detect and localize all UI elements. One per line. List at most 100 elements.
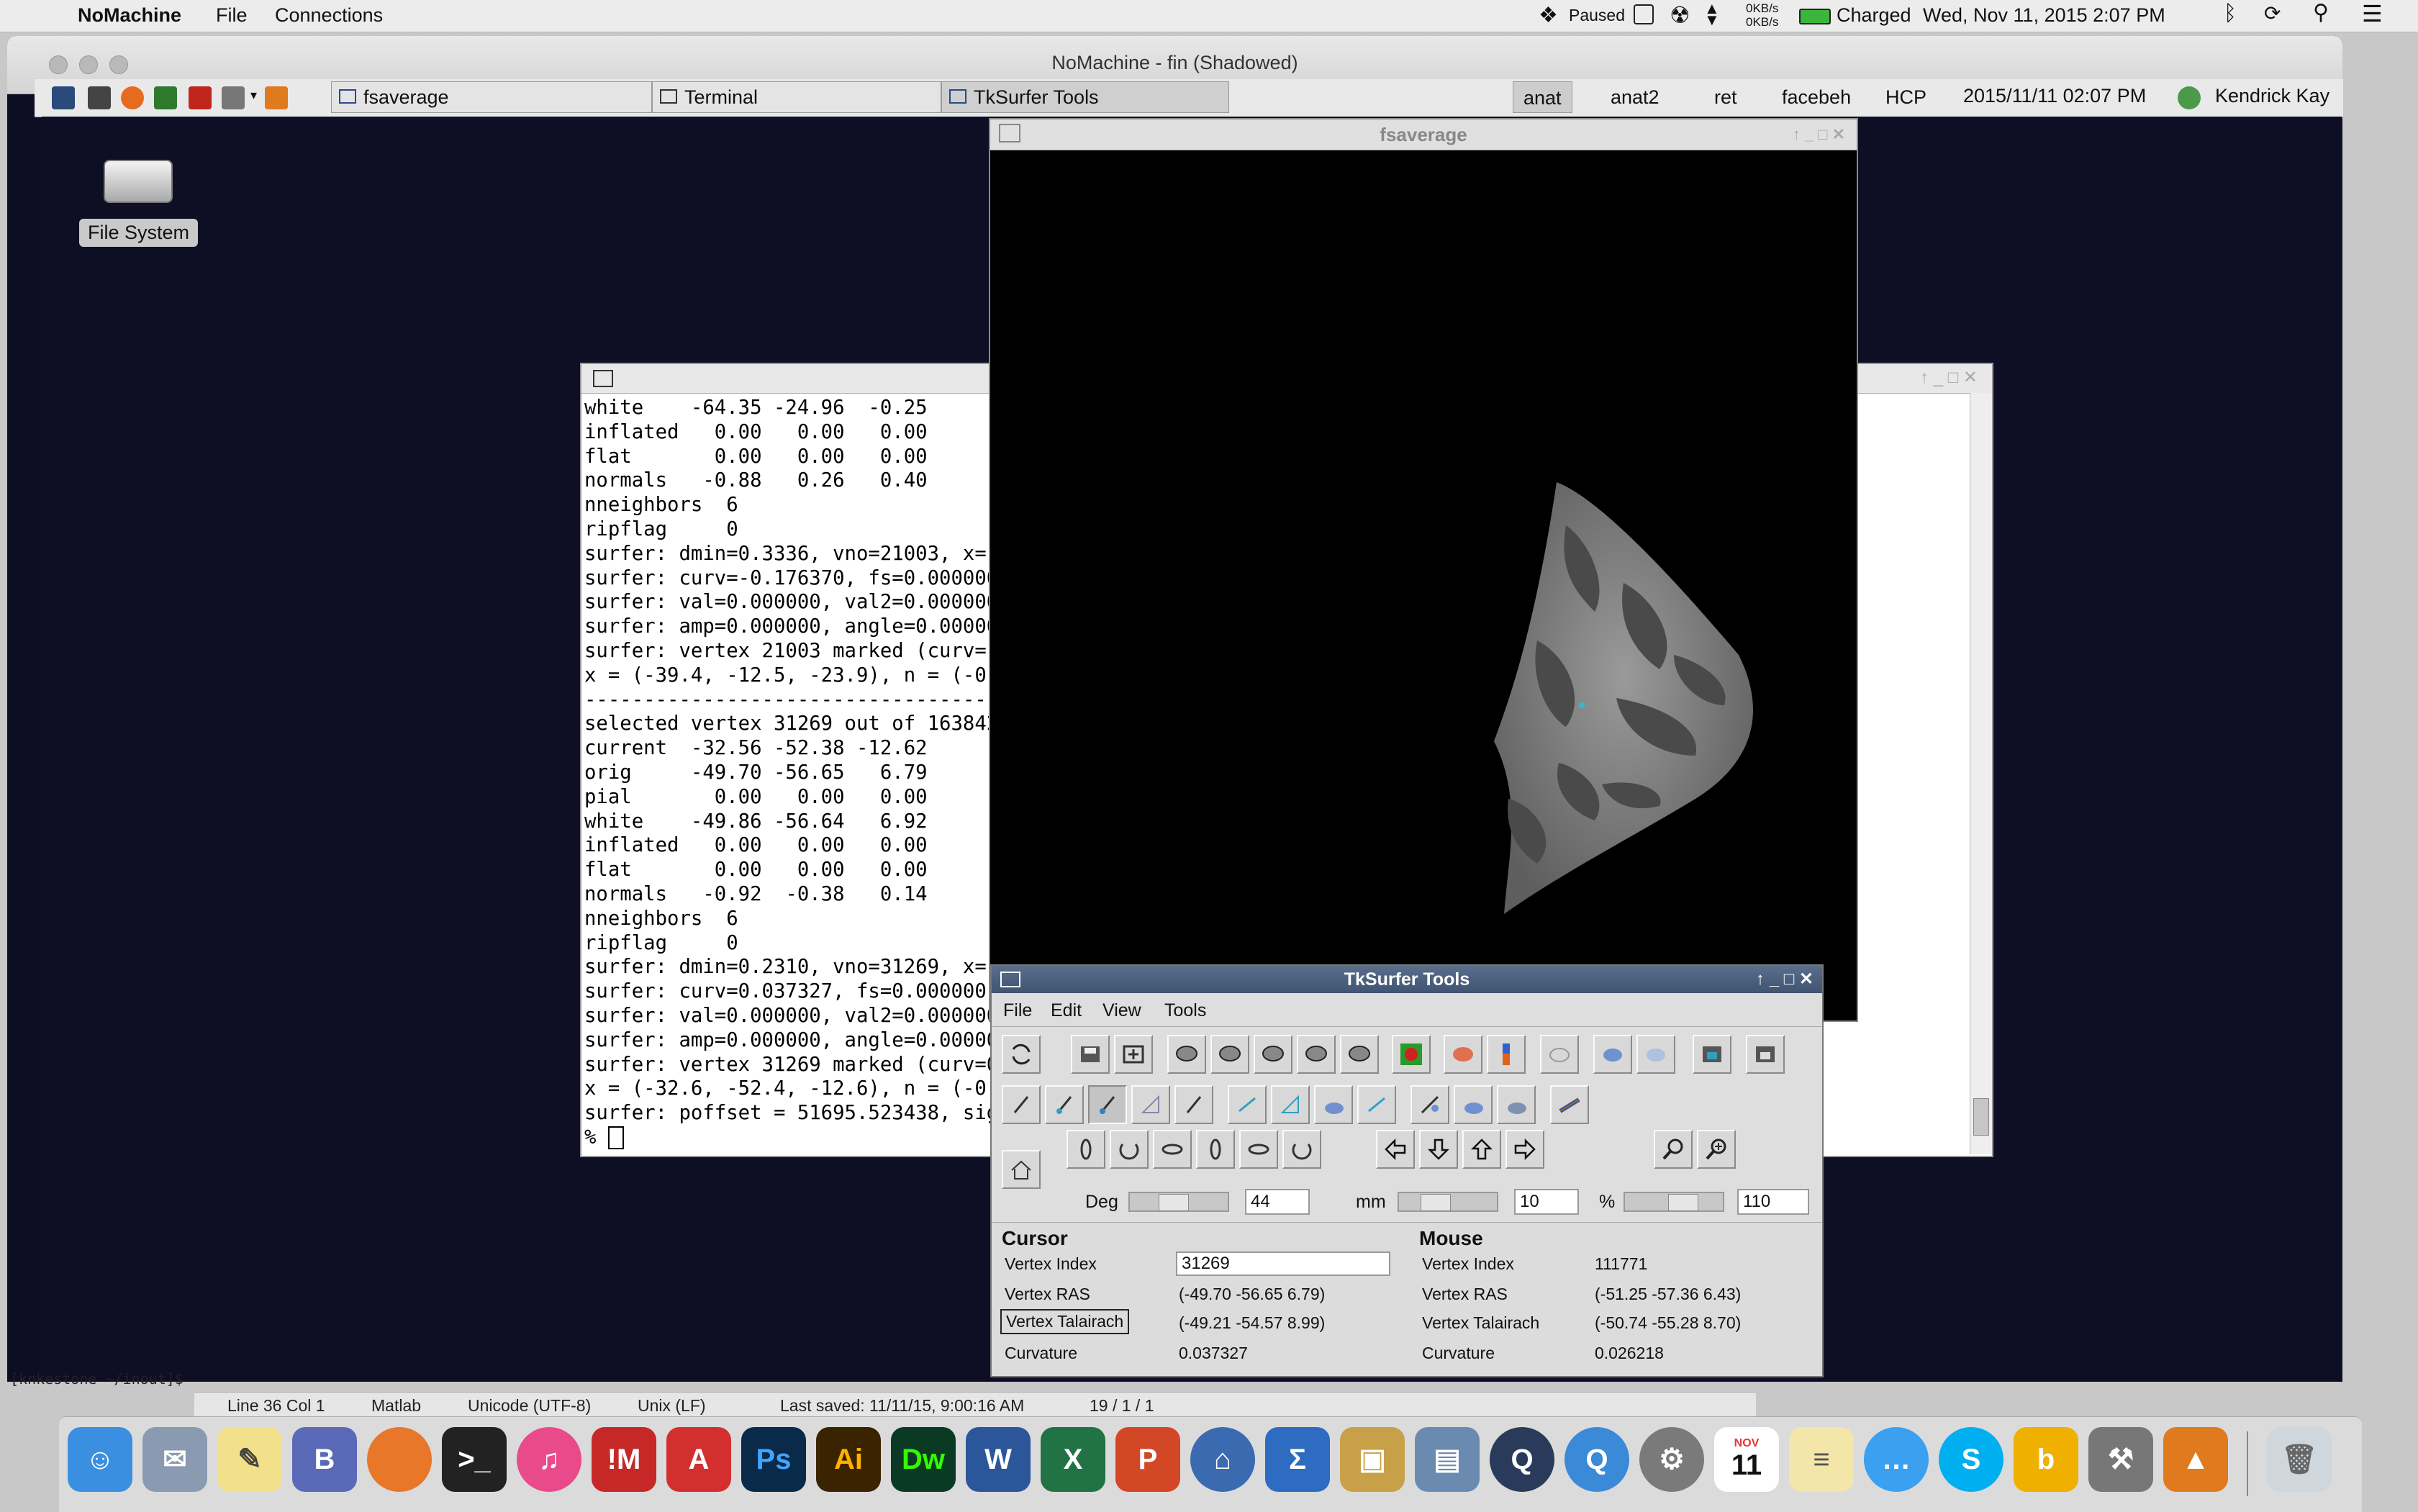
sync-icon[interactable]: ⟳ [2264,1,2281,25]
radiation-icon[interactable]: ☢ [1670,1,1690,29]
illustrator-icon[interactable]: Ai [816,1427,881,1492]
window-icon[interactable] [1634,4,1654,24]
workspace-anat2[interactable]: anat2 [1600,81,1670,113]
firefox-launcher-icon[interactable] [121,86,144,109]
settings-launcher-icon[interactable] [222,86,245,109]
cursor-vertex-index-input[interactable]: 31269 [1176,1251,1390,1276]
utility-icon[interactable]: ⚒ [2088,1427,2153,1492]
tk-menu-file[interactable]: File [1003,1000,1032,1021]
tk-menu-tools[interactable]: Tools [1164,1000,1206,1021]
colorbar-button[interactable] [1487,1035,1526,1074]
search-icon[interactable]: ⚲ [2313,0,2329,25]
filezilla-launcher-icon[interactable] [189,86,212,109]
window-menu-icon[interactable] [593,370,613,387]
firefox-icon[interactable] [367,1427,432,1492]
window-menu-icon[interactable] [999,124,1020,142]
navigate-tool-button[interactable] [1002,1085,1041,1124]
task-terminal[interactable]: Terminal [652,81,941,113]
workspace-facebeh[interactable]: facebeh [1772,81,1861,113]
view-pial-button[interactable] [1297,1035,1336,1074]
bluetooth-icon[interactable]: ᛒ [2224,1,2237,26]
dropbox-icon[interactable]: ❖ [1539,3,1558,28]
status-encoding[interactable]: Unicode (UTF-8) [468,1396,591,1416]
zoom-slider[interactable] [1624,1192,1724,1212]
move-left-button[interactable] [1376,1130,1415,1169]
notification-center-icon[interactable]: ☰ [2362,0,2383,27]
cursor-vertex-ras-value[interactable]: (-49.70 -56.65 6.79) [1179,1285,1325,1304]
mm-input[interactable]: 10 [1514,1189,1579,1215]
view-inflated-button[interactable] [1210,1035,1249,1074]
move-down-button[interactable] [1419,1130,1458,1169]
fill-tool-button[interactable] [1314,1085,1353,1124]
skype-icon[interactable]: S [1939,1427,2003,1492]
word-icon[interactable]: W [966,1427,1031,1492]
move-up-button[interactable] [1462,1130,1501,1169]
acrobat-icon[interactable]: A [666,1427,731,1492]
terminal-launcher-icon[interactable] [88,86,111,109]
view-white-button[interactable] [1254,1035,1292,1074]
view-main-button[interactable] [1167,1035,1206,1074]
desktop-icon-label[interactable]: File System [79,219,199,247]
rotate-z-neg-button[interactable] [1282,1130,1321,1169]
excel-icon[interactable]: X [1041,1427,1105,1492]
closed-line-tool-button[interactable] [1271,1085,1310,1124]
tk-menu-edit[interactable]: Edit [1051,1000,1082,1021]
fsaverage-titlebar[interactable]: fsaverage ↑ _ □ ✕ [990,119,1857,150]
matlab-icon[interactable]: ▲ [2163,1427,2228,1492]
sigma-icon[interactable]: Σ [1265,1427,1330,1492]
mark-tool-button[interactable] [1088,1085,1127,1124]
mm-slider-knob[interactable] [1421,1194,1451,1211]
rotate-y-button[interactable] [1110,1130,1149,1169]
battery-icon[interactable] [1799,9,1831,24]
itunes-icon[interactable]: ♫ [517,1427,581,1492]
quicktime-icon[interactable]: Q [1490,1427,1554,1492]
save-tiff-button[interactable] [1746,1035,1785,1074]
window-controls-icon[interactable]: ↑ _ □ ✕ [1920,367,1978,388]
rotate-x-neg-button[interactable] [1196,1130,1235,1169]
monitor-launcher-icon[interactable] [154,86,177,109]
workspace-ret[interactable]: ret [1704,81,1747,113]
task-fsaverage[interactable]: fsaverage [331,81,652,113]
overlay-button[interactable] [1392,1035,1431,1074]
finder-icon[interactable]: ☺ [68,1427,132,1492]
launcher-dropdown-icon[interactable]: ▾ [250,88,257,103]
nomachine-icon[interactable]: !M [592,1427,656,1492]
trash-icon[interactable]: 🗑 [2267,1427,2332,1492]
label-edit-button[interactable] [1636,1035,1675,1074]
brain-surface-view[interactable] [990,151,1854,1019]
powerpoint-icon[interactable]: P [1115,1427,1180,1492]
deg-input[interactable]: 44 [1245,1189,1310,1215]
rotate-y-neg-button[interactable] [1239,1130,1278,1169]
quicktime-x-icon[interactable]: Q [1565,1427,1629,1492]
stars-tool-button[interactable] [1410,1085,1449,1124]
transmit-icon[interactable]: ▣ [1340,1427,1405,1492]
bing-icon[interactable]: b [2014,1427,2078,1492]
dreamweaver-icon[interactable]: Dw [891,1427,956,1492]
terminal-icon[interactable]: >_ [442,1427,507,1492]
notes-icon[interactable]: ≡ [1789,1427,1854,1492]
updown-icon[interactable]: ▲ ▼ [1704,1,1720,28]
save-rgb-button[interactable] [1693,1035,1731,1074]
rotate-z-button[interactable] [1153,1130,1192,1169]
deg-slider[interactable] [1128,1192,1229,1212]
line-tool-button[interactable] [1228,1085,1267,1124]
zoom-in-button[interactable] [1697,1130,1736,1169]
view-orig-button[interactable] [1340,1035,1379,1074]
zoom-out-button[interactable] [1654,1130,1693,1169]
deg-slider-knob[interactable] [1159,1194,1189,1211]
preview-icon[interactable]: ▤ [1415,1427,1480,1492]
tksurfer-titlebar[interactable]: TkSurfer Tools ↑ _ □ ✕ [992,966,1822,993]
menu-connections[interactable]: Connections [275,4,383,27]
zoom-input[interactable]: 110 [1737,1189,1809,1215]
window-menu-icon[interactable] [1000,972,1020,987]
erase-tool-button[interactable] [1497,1085,1536,1124]
matlab-launcher-icon[interactable] [265,86,288,109]
mm-slider[interactable] [1398,1192,1498,1212]
label-outline-button[interactable] [1540,1035,1579,1074]
bbedit-icon[interactable]: B [292,1427,357,1492]
menu-file[interactable]: File [216,4,248,27]
redraw-button[interactable] [1002,1035,1041,1074]
tk-menu-view[interactable]: View [1102,1000,1141,1021]
system-preferences-icon[interactable]: ⚙ [1639,1427,1704,1492]
mail-icon[interactable]: ✉ [142,1427,207,1492]
